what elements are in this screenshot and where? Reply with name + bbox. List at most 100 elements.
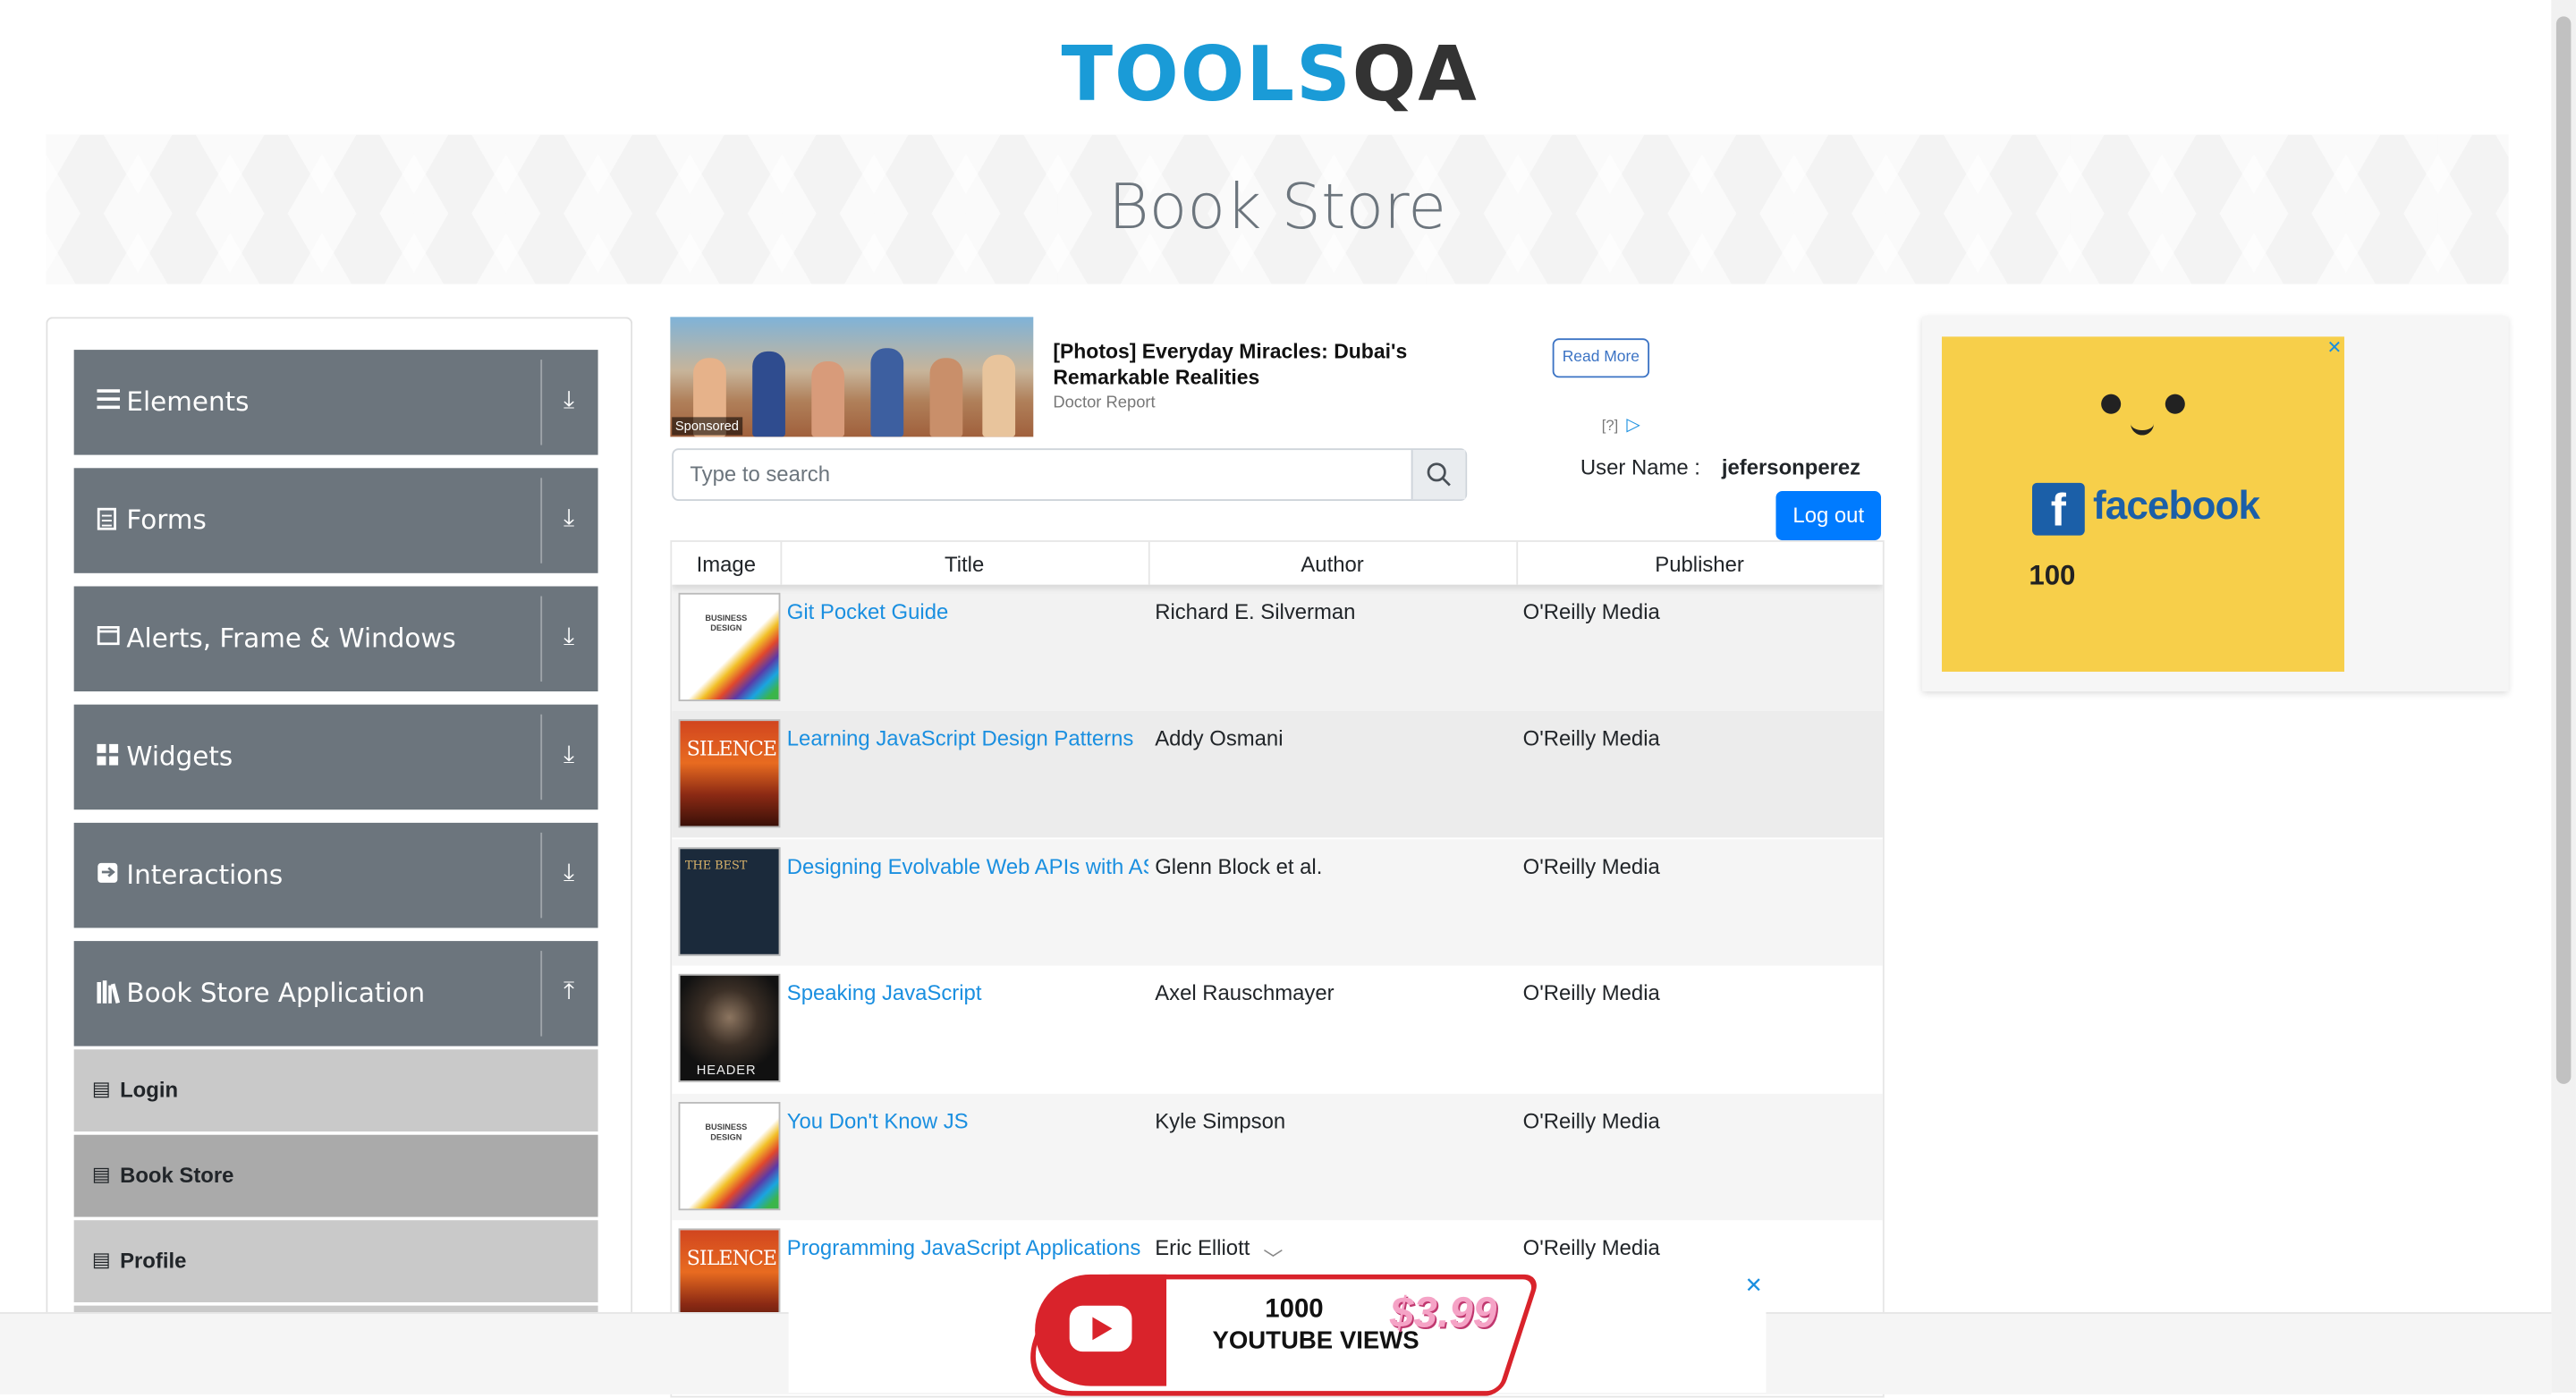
page-title: Book Store — [1107, 170, 1447, 243]
search-box — [672, 448, 1468, 502]
sidebar-item-profile[interactable]: ▤ Profile — [73, 1220, 598, 1303]
facebook-logo-icon: f — [2031, 482, 2085, 536]
book-title-link[interactable]: Learning JavaScript Design Patterns — [787, 726, 1148, 751]
sidebar-group-interactions[interactable]: Interactions ⤓ — [73, 822, 598, 928]
sidebar-group-label: Forms — [126, 504, 207, 536]
sidebar-group-forms[interactable]: Forms ⤓ — [73, 468, 598, 573]
scrollbar[interactable] — [2551, 0, 2576, 1394]
book-title-link[interactable]: Designing Evolvable Web APIs with ASP.NE… — [787, 854, 1148, 879]
sponsored-label: Sponsored — [672, 417, 742, 436]
search-input[interactable] — [674, 450, 1397, 496]
book-title-link[interactable]: You Don't Know JS — [787, 1108, 1148, 1133]
book-author: Axel Rauschmayer — [1155, 980, 1335, 1005]
logo-qa: QA — [1352, 30, 1479, 119]
document-icon: ▤ — [91, 1162, 111, 1186]
close-icon[interactable]: ✕ — [1745, 1273, 1763, 1299]
sidebar-item-label: Book Store — [120, 1162, 234, 1188]
book-cover: SILENCE — [678, 719, 781, 828]
ad-figure — [929, 358, 963, 437]
book-author: Glenn Block et al. — [1155, 853, 1323, 879]
ad-info-link[interactable]: [?] — [1602, 417, 1618, 433]
book-title-link[interactable]: Programming JavaScript Applications — [787, 1235, 1148, 1260]
download-icon[interactable]: ⤓ — [564, 741, 574, 768]
search-button[interactable] — [1411, 450, 1466, 500]
book-author: Addy Osmani — [1155, 725, 1284, 751]
ad-title[interactable]: [Photos] Everyday Miracles: Dubai's Rema… — [1053, 338, 1480, 391]
sidebar-group-alerts[interactable]: Alerts, Frame & Windows ⤓ — [73, 586, 598, 691]
close-icon[interactable]: ✕ — [2325, 338, 2344, 358]
logo-text: TOOLSQA — [1062, 30, 1479, 118]
table-row: BUSINESS DESIGN You Don't Know JS Kyle S… — [672, 1093, 1883, 1221]
hamburger-icon — [97, 389, 121, 412]
ad-count: 100 — [2029, 560, 2076, 591]
sidebar-group-widgets[interactable]: Widgets ⤓ — [73, 704, 598, 810]
download-icon[interactable]: ⤓ — [564, 386, 574, 413]
username-label: User Name : — [1580, 454, 1700, 480]
download-icon[interactable]: ⤓ — [564, 623, 574, 650]
book-title-link[interactable]: Git Pocket Guide — [787, 599, 1148, 624]
cover-text: THE BEST — [684, 859, 748, 872]
adchoices-icon[interactable]: ▷ — [1626, 414, 1640, 436]
book-publisher: O'Reilly Media — [1522, 980, 1660, 1005]
sidebar-group-label: Interactions — [126, 859, 284, 891]
book-publisher: O'Reilly Media — [1522, 725, 1660, 751]
book-cover: HEADER — [678, 973, 781, 1082]
chevron-down-icon[interactable]: ﹀ — [1263, 1245, 1283, 1273]
download-icon[interactable]: ⤓ — [564, 504, 574, 532]
cover-text: HEADER — [696, 1062, 757, 1078]
divider — [540, 832, 543, 919]
books-icon — [97, 980, 121, 1004]
book-cover: BUSINESS DESIGN — [678, 592, 781, 702]
read-more-button[interactable]: Read More — [1552, 338, 1650, 378]
ad-source: Doctor Report — [1053, 394, 1156, 412]
ad-line-2: YOUTUBE VIEWS — [1212, 1326, 1419, 1355]
sidebar-group-book-store-application[interactable]: Book Store Application ⤒ — [73, 941, 598, 1046]
logo-tools: TOOLS — [1061, 30, 1352, 119]
sidebar-item-login[interactable]: ▤ Login — [73, 1049, 598, 1132]
sidebar-group-elements[interactable]: Elements ⤓ — [73, 350, 598, 455]
divider — [540, 360, 543, 445]
window-icon — [97, 626, 120, 649]
page: TOOLSQA Book Store Elements ⤓ Forms ⤓ Al… — [0, 0, 2576, 1398]
column-header-title[interactable]: Title — [780, 552, 1148, 577]
sidebar-item-label: Login — [120, 1077, 179, 1103]
sidebar-group-label: Elements — [126, 386, 250, 418]
cover-text: BUSINESS DESIGN — [705, 1123, 748, 1143]
book-title-link[interactable]: Speaking JavaScript — [787, 980, 1148, 1005]
sidebar-item-label: Profile — [120, 1248, 187, 1273]
divider — [540, 596, 543, 682]
column-header-publisher[interactable]: Publisher — [1516, 552, 1883, 577]
book-cover: THE BEST — [678, 847, 781, 956]
book-author: Kyle Simpson — [1155, 1108, 1286, 1133]
table-header: Image Title Author Publisher — [672, 541, 1883, 585]
username-value: jefersonperez — [1721, 454, 1861, 480]
page-banner: Book Store — [46, 134, 2509, 284]
divider — [540, 951, 543, 1037]
document-icon — [97, 507, 120, 530]
youtube-play-icon — [1069, 1305, 1132, 1352]
book-publisher: O'Reilly Media — [1522, 1108, 1660, 1133]
cover-text: BUSINESS DESIGN — [705, 614, 748, 634]
toolsqa-logo[interactable]: TOOLSQA — [1062, 20, 1497, 122]
download-icon[interactable]: ⤓ — [564, 859, 574, 886]
ad-figure — [982, 354, 1016, 437]
toggle-icon — [97, 862, 120, 885]
book-author: Eric Elliott — [1155, 1234, 1250, 1260]
scrollbar-thumb[interactable] — [2555, 16, 2572, 1084]
sidebar-item-book-store[interactable]: ▤ Book Store — [73, 1134, 598, 1217]
cover-text: SILENCE — [686, 1246, 777, 1270]
ad-figure — [752, 351, 785, 437]
ad-figure — [811, 360, 845, 437]
book-publisher: O'Reilly Media — [1522, 599, 1660, 624]
column-header-image[interactable]: Image — [672, 552, 780, 577]
upload-icon[interactable]: ⤒ — [564, 977, 574, 1004]
document-icon: ▤ — [91, 1248, 111, 1272]
sidebar-group-label: Alerts, Frame & Windows — [126, 622, 456, 654]
grid-icon — [97, 743, 120, 767]
sidebar-group-label: Book Store Application — [126, 977, 426, 1009]
table-row: SILENCE Learning JavaScript Design Patte… — [672, 711, 1883, 838]
ad-eye — [2165, 394, 2185, 414]
sidebar-group-label: Widgets — [126, 741, 233, 772]
column-header-author[interactable]: Author — [1148, 552, 1516, 577]
logout-button[interactable]: Log out — [1775, 490, 1882, 541]
